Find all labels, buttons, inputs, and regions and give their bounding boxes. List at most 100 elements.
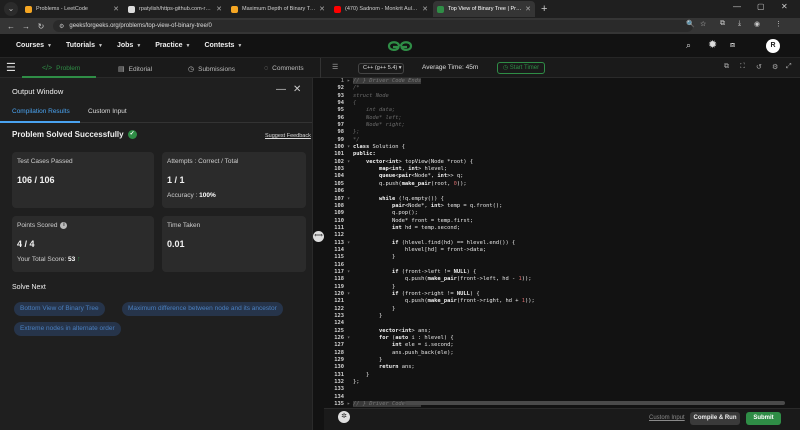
browser-tab[interactable]: Problems - LeetCode ✕: [21, 1, 123, 17]
maximize-icon[interactable]: ▢: [757, 2, 765, 11]
minimize-panel-icon[interactable]: —: [276, 84, 286, 95]
code-text: int data;: [353, 107, 396, 114]
close-tab-icon[interactable]: ✕: [216, 5, 222, 13]
code-text: // } Driver Code Ends: [353, 78, 422, 84]
browser-tab[interactable]: rpatylish/https-github.com-rpatylish✕: [124, 1, 226, 17]
search-icon[interactable]: ⌕: [686, 40, 691, 51]
code-text: vector<int> topView(Node *root) {: [365, 158, 474, 165]
minimize-icon[interactable]: —: [733, 2, 741, 11]
profile-icon[interactable]: ◉: [754, 20, 760, 28]
forward-icon[interactable]: →: [22, 22, 30, 31]
line-number: 117: [334, 268, 344, 275]
nav-item-label: Practice: [155, 42, 183, 49]
browser-tab[interactable]: Top View of Binary Tree | Practice ✕: [433, 1, 535, 17]
back-icon[interactable]: ←: [7, 22, 15, 31]
zoom-icon[interactable]: 🔍: [686, 20, 695, 28]
toolbar-divider: [320, 58, 321, 78]
url-field[interactable]: ⚙ geeksforgeeks.org/problems/top-view-of…: [53, 20, 693, 32]
solve-next-chip[interactable]: Bottom View of Binary Tree: [14, 302, 105, 316]
nav-item-courses[interactable]: Courses ▼: [16, 42, 52, 49]
close-tab-icon[interactable]: ✕: [319, 5, 325, 13]
tab-custom-input[interactable]: Custom Input: [88, 108, 127, 115]
menu-icon[interactable]: ☰: [6, 61, 16, 74]
solve-next-chip[interactable]: Maximum difference between node and its …: [122, 302, 283, 316]
submit-button[interactable]: Submit: [746, 412, 781, 425]
points-value: 4 / 4: [17, 239, 35, 249]
sidebar-toggle-icon[interactable]: ☰: [332, 63, 338, 71]
download-icon[interactable]: ⤓: [738, 20, 741, 28]
code-line: 133: [326, 386, 798, 393]
close-tab-icon[interactable]: ✕: [113, 5, 119, 13]
copy-icon[interactable]: ⧉: [724, 63, 729, 71]
close-tab-icon[interactable]: ✕: [422, 5, 428, 13]
nav-item-tutorials[interactable]: Tutorials ▼: [66, 42, 103, 49]
code-text: if (hlevel.find(hd) == hlevel.end()) {: [391, 239, 516, 246]
code-line: 104 queue<pair<Node*, int>> q;: [326, 173, 798, 180]
settings-icon[interactable]: ⚙: [772, 63, 778, 71]
compile-run-button[interactable]: Compile & Run: [690, 412, 740, 425]
pane-divider[interactable]: [312, 78, 324, 430]
code-text: class Solution {: [353, 144, 405, 151]
tab-comments[interactable]: ◌ Comments: [264, 65, 304, 72]
close-tab-icon[interactable]: ✕: [525, 5, 531, 13]
close-window-icon[interactable]: ✕: [781, 2, 788, 11]
browser-tab[interactable]: (470) Sadnom - Monkrit Aulakh ✕: [330, 1, 432, 17]
nav-item-practice[interactable]: Practice ▼: [155, 42, 190, 49]
line-number: 1: [340, 78, 344, 84]
tab-search-icon[interactable]: ⌄: [4, 2, 18, 16]
extensions-icon[interactable]: ⧉: [720, 20, 725, 28]
line-number: 123: [334, 313, 344, 319]
book-icon: ▤: [118, 66, 125, 73]
code-lines: 1 ▸// } Driver Code Ends 92 /* 93 struct Node…: [326, 78, 798, 408]
code-text: }: [353, 357, 383, 364]
nav-item-contests[interactable]: Contests ▼: [204, 42, 242, 49]
suggest-feedback-link[interactable]: Suggest Feedback: [265, 133, 311, 139]
language-select[interactable]: C++ (g++ 5.4) ▾: [358, 63, 404, 74]
tab-editorial[interactable]: ▤ Editorial: [118, 65, 152, 74]
timer-icon: ◷: [502, 65, 509, 71]
resize-handle-icon[interactable]: ⟺: [313, 231, 324, 242]
browser-tab[interactable]: Maximum Depth of Binary Tree ✕: [227, 1, 329, 17]
expand-icon[interactable]: ⤢: [786, 63, 792, 71]
avatar[interactable]: R: [766, 39, 780, 53]
line-number: 125: [334, 327, 344, 334]
tab-submissions[interactable]: ◷ Submissions: [188, 65, 235, 74]
close-panel-icon[interactable]: ✕: [293, 84, 301, 95]
time-taken-card: Time Taken 0.01: [162, 216, 306, 272]
horizontal-scrollbar[interactable]: [405, 401, 785, 405]
site-info-icon[interactable]: ⚙: [59, 23, 64, 30]
tab-compilation-results[interactable]: Compilation Results: [12, 108, 70, 115]
favicon-icon: [25, 5, 32, 13]
nav-item-label: Jobs: [116, 42, 134, 49]
code-line: 123 }: [326, 313, 798, 320]
code-text: q.push(make_pair(front->right, hd + 1));: [353, 298, 535, 305]
url-text: geeksforgeeks.org/problems/top-view-of-b…: [69, 23, 212, 29]
gfg-logo[interactable]: [386, 38, 414, 54]
attempts-label: Attempts : Correct / Total: [167, 158, 239, 165]
new-tab-button[interactable]: +: [541, 3, 547, 15]
nav-item-jobs[interactable]: Jobs ▼: [117, 42, 141, 49]
theme-toggle-icon[interactable]: ✹: [708, 38, 717, 51]
reset-icon[interactable]: ↺: [756, 63, 762, 71]
tab-problem[interactable]: </> Problem: [42, 65, 80, 72]
custom-input-link[interactable]: Custom Input: [649, 415, 685, 421]
solve-next-chip[interactable]: Extreme nodes in alternate order: [14, 322, 121, 336]
code-line: 99 */: [326, 137, 798, 144]
chevron-down-icon: ▼: [98, 42, 103, 49]
bookmark-star-icon[interactable]: ☆: [700, 20, 706, 28]
code-line: 112: [326, 232, 798, 239]
info-icon[interactable]: i: [60, 222, 68, 229]
code-line: 109 q.pop();: [326, 210, 798, 217]
fullscreen-icon[interactable]: ⛶: [740, 63, 745, 71]
test-cases-card: Test Cases Passed 106 / 106: [12, 152, 154, 208]
browser-menu-icon[interactable]: ⋮: [775, 20, 782, 28]
language-icon[interactable]: ⧈: [730, 40, 735, 50]
code-text: q.push(make_pair(root, 0));: [353, 180, 467, 187]
average-time: Average Time: 45m: [422, 64, 479, 71]
output-tabs: Compilation Results Custom Input: [0, 103, 312, 123]
report-bug-icon[interactable]: ✲: [338, 411, 350, 423]
check-circle-icon: ✓: [127, 130, 137, 139]
code-text: Node* right;: [353, 122, 405, 129]
reload-icon[interactable]: ↻: [37, 22, 45, 31]
start-timer-button[interactable]: ◷ Start Timer: [497, 62, 545, 74]
